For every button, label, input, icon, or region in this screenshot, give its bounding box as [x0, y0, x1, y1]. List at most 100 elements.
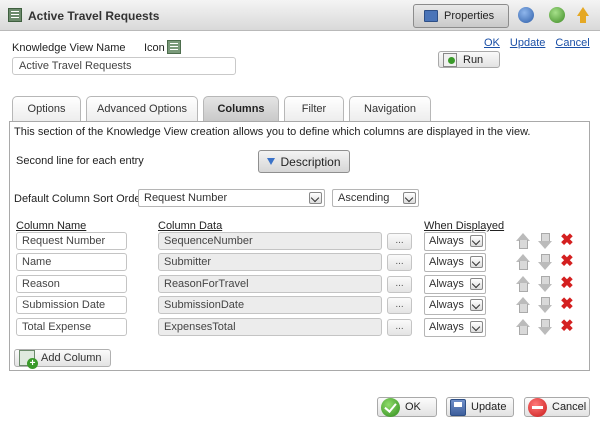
- when-displayed-value: Always: [429, 235, 464, 247]
- run-button[interactable]: Run: [438, 51, 500, 68]
- chevron-down-icon: [470, 321, 483, 333]
- move-up-icon[interactable]: [515, 254, 531, 270]
- ok-button[interactable]: OK: [377, 397, 437, 417]
- column-name-header: Column Name: [16, 220, 87, 232]
- browse-button[interactable]: ...: [387, 276, 412, 293]
- column-data-header: Column Data: [158, 220, 223, 232]
- refresh-icon[interactable]: [518, 7, 534, 23]
- update-link[interactable]: Update: [510, 37, 545, 49]
- cancel-button[interactable]: Cancel: [524, 397, 590, 417]
- when-displayed-value: Always: [429, 278, 464, 290]
- save-icon: [450, 398, 466, 416]
- description-label: Description: [280, 154, 341, 169]
- cancel-link[interactable]: Cancel: [555, 37, 589, 49]
- title-bar: Active Travel Requests Properties: [0, 0, 600, 31]
- delete-icon[interactable]: ✖: [559, 319, 575, 335]
- description-button[interactable]: Description: [258, 150, 350, 173]
- window-title: Active Travel Requests: [28, 9, 160, 23]
- when-displayed-header: When Displayed: [424, 220, 505, 232]
- ok-label: OK: [405, 401, 421, 413]
- browse-button[interactable]: ...: [387, 297, 412, 314]
- table-row: Total Expense ExpensesTotal ... Always ✖: [10, 318, 589, 338]
- tab-filter[interactable]: Filter: [284, 96, 344, 121]
- properties-label: Properties: [444, 10, 495, 22]
- column-data-field: Submitter: [158, 253, 382, 271]
- column-data-field: ExpensesTotal: [158, 318, 382, 336]
- move-up-icon[interactable]: [515, 276, 531, 292]
- chevron-down-icon: [470, 299, 483, 311]
- move-down-icon[interactable]: [537, 276, 553, 292]
- browse-button[interactable]: ...: [387, 233, 412, 250]
- column-name-field[interactable]: Name: [16, 253, 127, 271]
- check-icon: [381, 397, 400, 417]
- list-icon: [8, 8, 22, 22]
- arrow-down-icon: [267, 158, 276, 165]
- sort-order-label: Default Column Sort Order:: [14, 193, 148, 205]
- run-label: Run: [463, 53, 484, 66]
- kv-name-input[interactable]: Active Travel Requests: [12, 57, 236, 75]
- view-icon-picker[interactable]: [167, 40, 181, 54]
- chevron-down-icon: [403, 192, 416, 204]
- table-row: Name Submitter ... Always ✖: [10, 253, 589, 273]
- top-links: OK Update Cancel: [484, 37, 590, 49]
- when-displayed-select[interactable]: Always: [424, 318, 486, 337]
- move-down-icon[interactable]: [537, 254, 553, 270]
- delete-icon[interactable]: ✖: [559, 254, 575, 270]
- column-data-field: SubmissionDate: [158, 296, 382, 314]
- tab-bar: Options Advanced Options Columns Filter …: [12, 96, 431, 121]
- update-label: Update: [471, 401, 507, 413]
- chevron-down-icon: [470, 235, 483, 247]
- chevron-down-icon: [470, 278, 483, 290]
- column-data-field: ReasonForTravel: [158, 275, 382, 293]
- sort-direction-value: Ascending: [338, 192, 390, 204]
- chevron-down-icon: [470, 256, 483, 268]
- properties-icon: [424, 10, 438, 22]
- recycle-icon[interactable]: [549, 7, 565, 23]
- second-line-label: Second line for each entry: [16, 155, 144, 167]
- chevron-down-icon: [309, 192, 322, 204]
- cancel-label: Cancel: [552, 401, 587, 413]
- columns-intro-text: This section of the Knowledge View creat…: [14, 126, 531, 138]
- update-button[interactable]: Update: [446, 397, 514, 417]
- columns-panel: This section of the Knowledge View creat…: [9, 121, 590, 371]
- add-column-button[interactable]: Add Column: [14, 349, 111, 369]
- cancel-icon: [528, 397, 547, 417]
- when-displayed-value: Always: [429, 299, 464, 311]
- move-up-icon[interactable]: [515, 233, 531, 249]
- column-name-field[interactable]: Total Expense: [16, 318, 127, 336]
- table-row: Request Number SequenceNumber ... Always…: [10, 232, 589, 252]
- browse-button[interactable]: ...: [387, 319, 412, 336]
- move-down-icon[interactable]: [537, 233, 553, 249]
- browse-button[interactable]: ...: [387, 254, 412, 271]
- column-name-field[interactable]: Request Number: [16, 232, 127, 250]
- table-row: Reason ReasonForTravel ... Always ✖: [10, 275, 589, 295]
- sort-direction-select[interactable]: Ascending: [332, 189, 419, 207]
- icon-label: Icon: [144, 42, 165, 54]
- properties-button[interactable]: Properties: [413, 4, 509, 28]
- delete-icon[interactable]: ✖: [559, 233, 575, 249]
- move-down-icon[interactable]: [537, 319, 553, 335]
- tab-navigation[interactable]: Navigation: [349, 96, 431, 121]
- ok-link[interactable]: OK: [484, 37, 500, 49]
- tab-columns[interactable]: Columns: [203, 96, 279, 121]
- column-name-field[interactable]: Reason: [16, 275, 127, 293]
- tab-advanced-options[interactable]: Advanced Options: [86, 96, 198, 121]
- sort-field-value: Request Number: [144, 192, 228, 204]
- table-row: Submission Date SubmissionDate ... Alway…: [10, 296, 589, 316]
- column-name-field[interactable]: Submission Date: [16, 296, 127, 314]
- when-displayed-select[interactable]: Always: [424, 232, 486, 251]
- kv-name-label: Knowledge View Name: [12, 42, 126, 54]
- move-up-icon[interactable]: [515, 319, 531, 335]
- sort-field-select[interactable]: Request Number: [138, 189, 325, 207]
- tab-options[interactable]: Options: [12, 96, 81, 121]
- add-column-label: Add Column: [41, 352, 102, 364]
- delete-icon[interactable]: ✖: [559, 276, 575, 292]
- when-displayed-value: Always: [429, 256, 464, 268]
- delete-icon[interactable]: ✖: [559, 297, 575, 313]
- upload-arrow-icon[interactable]: [575, 7, 591, 23]
- move-down-icon[interactable]: [537, 297, 553, 313]
- when-displayed-select[interactable]: Always: [424, 275, 486, 294]
- when-displayed-select[interactable]: Always: [424, 296, 486, 315]
- when-displayed-select[interactable]: Always: [424, 253, 486, 272]
- move-up-icon[interactable]: [515, 297, 531, 313]
